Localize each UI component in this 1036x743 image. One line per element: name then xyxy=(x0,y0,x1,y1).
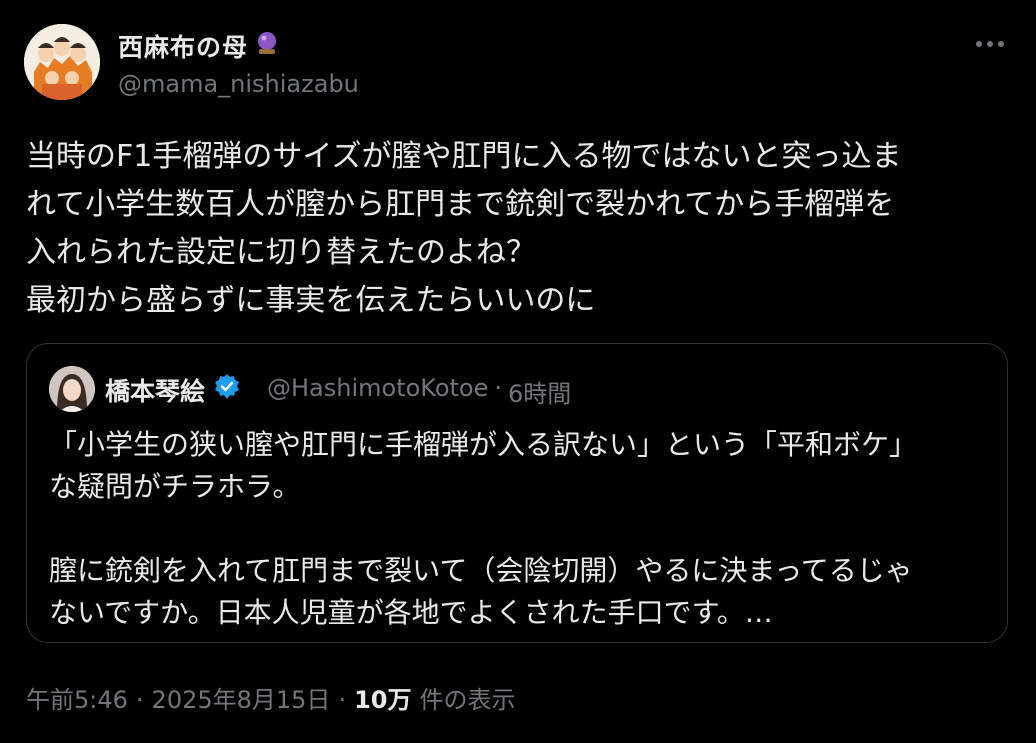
quote-author-handle[interactable]: @HashimotoKotoe xyxy=(267,374,488,409)
quote-line: ないですか。日本人児童が各地でよくされた手口です。… xyxy=(49,596,773,629)
author-name[interactable]: 西麻布の母 xyxy=(118,28,280,64)
quoted-tweet[interactable]: 橋本琴絵 @HashimotoKotoe · 6時間 「小学生の狭い膣や肛門に手… xyxy=(26,343,1008,643)
quote-line xyxy=(49,508,999,550)
footer-separator: · xyxy=(135,686,144,714)
more-options-icon xyxy=(976,41,1004,47)
quote-author-name[interactable]: 橋本琴絵 xyxy=(105,372,241,408)
tweet-line: れて小学生数百人が膣から肛門まで銃剣で裂かれてから手榴弾を xyxy=(26,187,895,222)
quote-avatar[interactable] xyxy=(49,366,95,412)
author-handle[interactable]: @mama_nishiazabu xyxy=(118,70,359,98)
tweet-text: 当時のF1手榴弾のサイズが膣や肛門に入る物ではないと突っ込ま れて小学生数百人が… xyxy=(26,133,1016,325)
quote-line: な疑問がチラホラ。 xyxy=(49,470,301,503)
post-date[interactable]: 2025年8月15日 xyxy=(152,680,331,715)
meta-separator: · xyxy=(494,374,503,402)
crystal-ball-icon xyxy=(254,30,280,62)
view-count-label: 件の表示 xyxy=(419,686,516,714)
author-avatar[interactable] xyxy=(24,24,100,100)
tweet-footer: 午前5:46 · 2025年8月15日 · 10万 件の表示 xyxy=(26,680,515,715)
quote-meta: @HashimotoKotoe · 6時間 xyxy=(267,374,571,409)
quote-text: 「小学生の狭い膣や肛門に手榴弾が入る訳ない」という「平和ボケ」 な疑問がチラホラ… xyxy=(49,424,999,634)
footer-separator: · xyxy=(338,686,347,714)
quote-timestamp[interactable]: 6時間 xyxy=(508,374,571,409)
view-count[interactable]: 10万 xyxy=(354,680,411,715)
tweet-line: 最初から盛らずに事実を伝えたらいいのに xyxy=(26,283,596,318)
tweet-line: 当時のF1手榴弾のサイズが膣や肛門に入る物ではないと突っ込ま xyxy=(26,139,902,174)
author-name-text[interactable]: 西麻布の母 xyxy=(118,28,248,64)
verified-badge-icon xyxy=(213,373,241,407)
quote-line: 「小学生の狭い膣や肛門に手榴弾が入る訳ない」という「平和ボケ」 xyxy=(49,428,918,461)
tweet: 西麻布の母 @mama_nishiazabu 当時のF1手榴弾のサイズが膣や肛門… xyxy=(0,0,1036,743)
quote-author-name-text[interactable]: 橋本琴絵 xyxy=(105,372,205,408)
more-options-button[interactable] xyxy=(968,28,1012,60)
post-time[interactable]: 午前5:46 xyxy=(26,680,128,715)
tweet-line: 入れられた設定に切り替えたのよね？ xyxy=(26,235,536,270)
quote-line: 膣に銃剣を入れて肛門まで裂いて（会陰切開）やるに決まってるじゃ xyxy=(49,554,913,587)
